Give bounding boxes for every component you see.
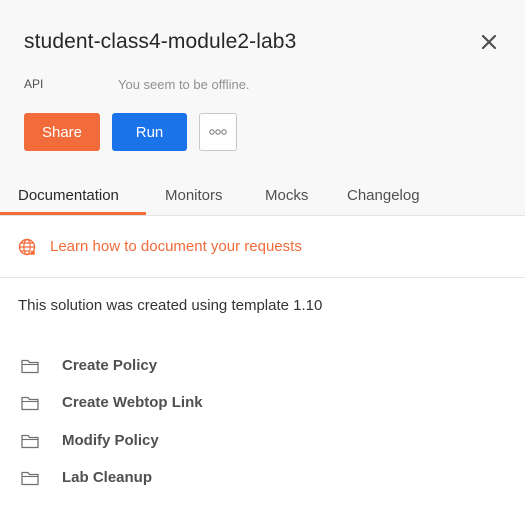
close-icon bbox=[481, 34, 497, 50]
tab-bar: Documentation Monitors Mocks Changelog bbox=[0, 176, 525, 216]
offline-status: You seem to be offline. bbox=[118, 77, 250, 92]
learn-documentation-link[interactable]: Learn how to document your requests bbox=[50, 238, 302, 255]
folder-item[interactable]: Create Policy bbox=[0, 353, 525, 383]
folder-icon bbox=[21, 359, 39, 374]
run-button[interactable]: Run bbox=[112, 113, 187, 151]
collection-description: This solution was created using template… bbox=[18, 297, 323, 314]
close-button[interactable] bbox=[475, 28, 503, 56]
collection-title: student-class4-module2-lab3 bbox=[24, 30, 297, 53]
folder-label: Create Webtop Link bbox=[62, 394, 203, 411]
folder-label: Create Policy bbox=[62, 357, 158, 374]
learn-divider bbox=[0, 277, 525, 278]
share-button[interactable]: Share bbox=[24, 113, 100, 151]
collection-panel: student-class4-module2-lab3 API You seem… bbox=[0, 0, 525, 520]
tab-mocks[interactable]: Mocks bbox=[265, 187, 308, 204]
more-horizontal-icon bbox=[209, 129, 227, 135]
collection-type-label: API bbox=[24, 77, 44, 91]
folder-icon bbox=[21, 396, 39, 411]
folder-item[interactable]: Create Webtop Link bbox=[0, 390, 525, 420]
folder-item[interactable]: Lab Cleanup bbox=[0, 465, 525, 495]
globe-icon bbox=[18, 237, 38, 257]
folder-item[interactable]: Modify Policy bbox=[0, 428, 525, 458]
folder-icon bbox=[21, 434, 39, 449]
folder-label: Modify Policy bbox=[62, 432, 159, 449]
folder-icon bbox=[21, 471, 39, 486]
tab-changelog[interactable]: Changelog bbox=[347, 187, 420, 204]
learn-row: Learn how to document your requests bbox=[0, 216, 525, 278]
folder-label: Lab Cleanup bbox=[62, 469, 153, 486]
tab-monitors[interactable]: Monitors bbox=[165, 187, 223, 204]
more-actions-button[interactable] bbox=[199, 113, 237, 151]
tab-documentation[interactable]: Documentation bbox=[18, 187, 119, 204]
